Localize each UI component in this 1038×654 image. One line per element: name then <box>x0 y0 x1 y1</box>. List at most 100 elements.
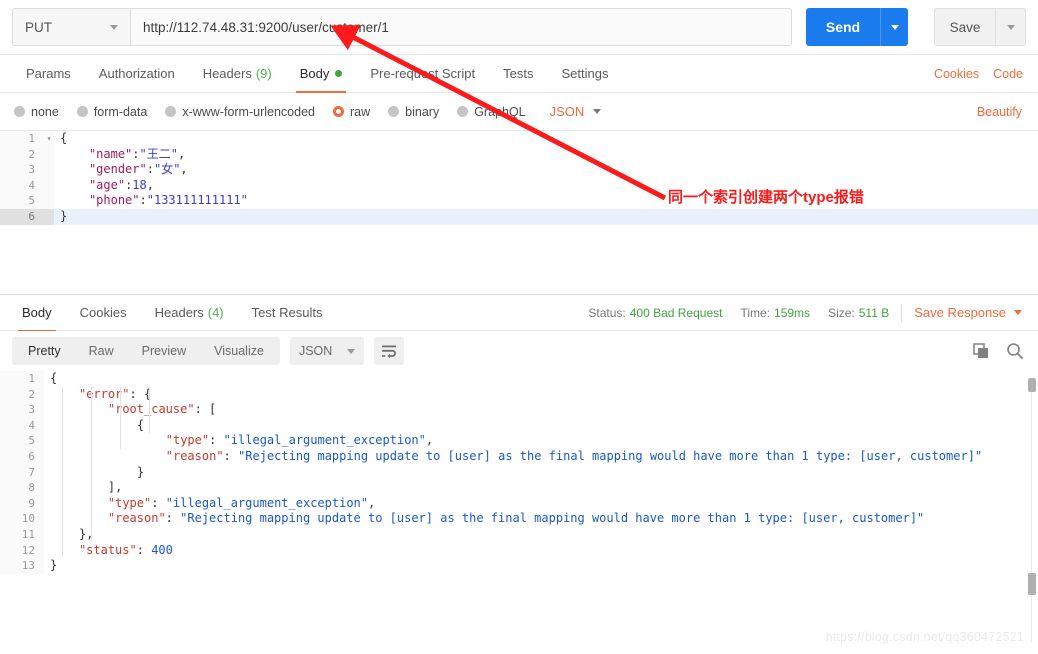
body-type-label: none <box>31 104 59 119</box>
chevron-down-icon <box>593 109 602 114</box>
code-line-text: ], <box>107 480 123 495</box>
code-line-text: "type": "illegal_argument_exception", <box>107 495 376 510</box>
line-number: 4 <box>0 177 44 194</box>
body-type-none[interactable]: none <box>14 105 59 119</box>
body-type-label: form-data <box>93 104 148 119</box>
code-line: 4 "age":18, <box>0 177 1038 194</box>
tab-label: Test Results <box>251 305 323 320</box>
beautify-button[interactable]: Beautify <box>977 105 1022 119</box>
size-value: 511 B <box>858 305 890 320</box>
code-line: 6} <box>0 208 1038 225</box>
size-label: Size: <box>828 305 855 320</box>
body-type-label: raw <box>350 104 371 119</box>
fold-toggle-icon[interactable]: ▾ <box>44 131 54 147</box>
scrollbar-thumb[interactable] <box>1028 378 1036 392</box>
response-format-select[interactable]: JSON <box>289 337 364 365</box>
tab-settings[interactable]: Settings <box>547 55 622 93</box>
indent-guide <box>62 387 63 557</box>
code-line: 10 "reason": "Rejecting mapping update t… <box>0 511 1038 527</box>
body-type-binary[interactable]: binary <box>388 105 439 119</box>
status-value: 400 Bad Request <box>629 305 723 320</box>
request-body-lines: 1 ▾{2 "name":"王二", 3 "gender":"女", 4 "age":… <box>0 131 1038 225</box>
tab-label: Params <box>26 66 71 81</box>
tab-count: (4) <box>207 305 224 320</box>
indent-guide <box>149 387 150 433</box>
body-type-label: binary <box>405 104 440 119</box>
body-type-label: GraphQL <box>474 104 526 119</box>
request-tab-bar: Params Authorization Headers (9) Body Pr… <box>0 55 1038 93</box>
code-line: 2 "error": { <box>0 386 1038 403</box>
line-number: 10 <box>0 511 44 527</box>
wrap-lines-button[interactable] <box>373 337 404 365</box>
line-number: 1 <box>0 371 44 387</box>
tab-tests[interactable]: Tests <box>489 55 547 93</box>
request-url-bar: PUT Send Save <box>0 0 1038 55</box>
view-mode-raw[interactable]: Raw <box>75 339 128 363</box>
line-number: 11 <box>0 526 44 543</box>
line-number: 6 <box>0 208 44 225</box>
response-tab-headers[interactable]: Headers (4) <box>141 294 238 332</box>
line-number: 8 <box>0 480 44 496</box>
response-tool-icons <box>973 342 1024 360</box>
radio-icon <box>14 106 25 117</box>
fold-toggle-icon <box>44 177 54 194</box>
search-button[interactable] <box>1006 342 1024 360</box>
line-number: 9 <box>0 495 44 512</box>
code-line: 13} <box>0 558 1038 574</box>
send-options-button[interactable] <box>880 8 908 46</box>
tab-pre-request-script[interactable]: Pre-request Script <box>356 55 489 93</box>
save-response-button[interactable]: Save Response <box>914 305 1022 320</box>
response-vertical-scrollbar[interactable] <box>1028 378 1036 650</box>
code-line: 12 "status": 400 <box>0 542 1038 559</box>
cookies-link[interactable]: Cookies <box>927 67 986 81</box>
body-format-value: JSON <box>549 104 585 119</box>
tab-body[interactable]: Body <box>286 55 357 93</box>
body-type-raw[interactable]: raw <box>333 105 370 119</box>
radio-selected-icon <box>333 106 344 117</box>
tab-label: Body <box>299 66 330 81</box>
indent-guide <box>91 387 92 542</box>
code-line: 1 ▾ { <box>0 131 1038 147</box>
code-line-text: "phone":"133111111111" <box>88 193 248 208</box>
tab-label: Headers <box>154 305 204 320</box>
response-tab-cookies[interactable]: Cookies <box>66 294 141 332</box>
view-mode-visualize[interactable]: Visualize <box>200 339 278 363</box>
request-url-input[interactable] <box>130 8 792 46</box>
scrollbar-track <box>1031 378 1032 650</box>
tab-headers[interactable]: Headers (9) <box>189 55 286 93</box>
code-line: 11 }, <box>0 526 1038 543</box>
view-mode-pretty[interactable]: Pretty <box>14 339 75 363</box>
tab-params[interactable]: Params <box>12 55 85 93</box>
save-button[interactable]: Save <box>934 8 996 46</box>
line-number: 3 <box>0 402 44 418</box>
fold-toggle-icon <box>44 146 54 163</box>
fold-toggle-icon <box>44 208 54 225</box>
code-line-text: { <box>60 131 68 145</box>
body-type-urlencoded[interactable]: x-www-form-urlencoded <box>165 105 315 119</box>
response-tab-test-results[interactable]: Test Results <box>238 294 337 332</box>
save-options-button[interactable] <box>996 8 1026 46</box>
radio-icon <box>76 106 88 117</box>
code-line-text: "reason": "Rejecting mapping update to [… <box>107 511 925 526</box>
response-tab-body[interactable]: Body <box>8 294 66 332</box>
copy-button[interactable] <box>973 342 990 360</box>
body-format-select[interactable]: JSON <box>550 104 602 119</box>
line-number: 13 <box>0 558 44 574</box>
view-mode-preview[interactable]: Preview <box>128 339 200 363</box>
code-line: 1{ <box>0 371 1038 387</box>
tab-count: (9) <box>255 66 272 81</box>
body-type-form-data[interactable]: form-data <box>76 104 148 119</box>
response-view-mode-group: Pretty Raw Preview Visualize <box>12 337 280 365</box>
line-number: 6 <box>0 448 44 465</box>
request-body-editor[interactable]: 1 ▾{2 "name":"王二", 3 "gender":"女", 4 "age":… <box>0 131 1038 295</box>
response-body-editor[interactable]: 1{2 "error": {3 "root_cause": [4 {5 "typ… <box>0 371 1038 603</box>
response-toolbar: Pretty Raw Preview Visualize JSON <box>0 331 1038 371</box>
send-button[interactable]: Send <box>806 8 880 46</box>
code-link[interactable]: Code <box>986 67 1030 81</box>
scrollbar-thumb-secondary[interactable] <box>1028 573 1036 595</box>
code-line-text: "type": "illegal_argument_exception", <box>165 433 434 448</box>
http-method-select[interactable]: PUT <box>12 8 130 46</box>
status-label: Status: <box>588 305 626 320</box>
tab-authorization[interactable]: Authorization <box>85 55 189 93</box>
body-type-graphql[interactable]: GraphQL <box>457 104 526 119</box>
